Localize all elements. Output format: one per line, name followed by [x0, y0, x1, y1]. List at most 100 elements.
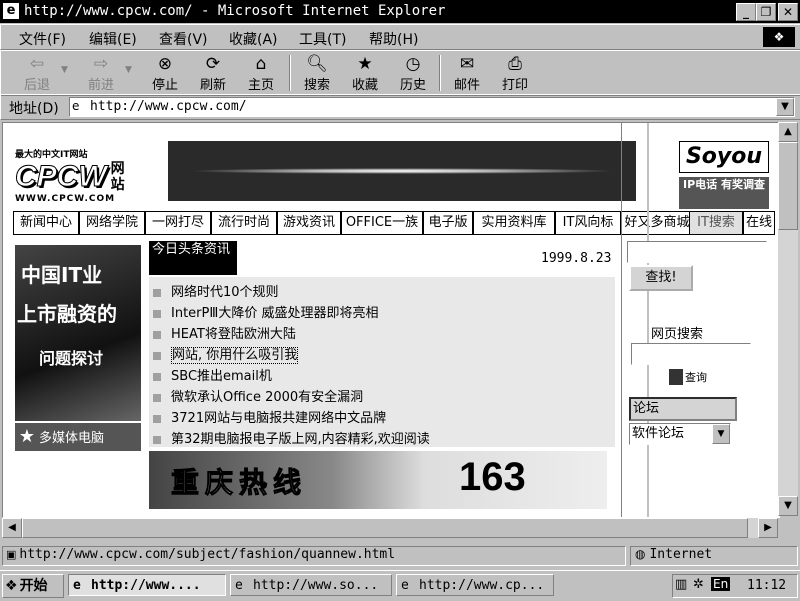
- home-button[interactable]: ⌂ 主页: [239, 51, 283, 95]
- headline-item[interactable]: 3721网站与电脑报共建网络中文品牌: [153, 407, 593, 426]
- nav-e-edition[interactable]: 电子版: [423, 211, 473, 235]
- task-ie-icon: e: [73, 578, 81, 593]
- task-button-3[interactable]: e http://www.cp...: [396, 574, 554, 596]
- search-go-button[interactable]: 查询: [669, 369, 713, 389]
- nav-fashion[interactable]: 流行时尚: [211, 211, 277, 235]
- forum-dropdown-icon[interactable]: ▼: [712, 424, 730, 444]
- nav-network-academy[interactable]: 网络学院: [79, 211, 145, 235]
- nav-online[interactable]: 在线: [743, 211, 775, 235]
- nav-it-search[interactable]: IT搜索: [689, 211, 743, 235]
- bullet-icon: [153, 309, 161, 318]
- close-button[interactable]: ✕: [778, 3, 798, 21]
- headline-item[interactable]: 微软承认Office 2000有安全漏洞: [153, 386, 593, 405]
- right-ad[interactable]: Soyou IP电话 有奖调查: [679, 141, 769, 209]
- keyboard-icon[interactable]: ▥: [675, 577, 687, 592]
- chongqing-banner[interactable]: 重庆热线 163: [149, 451, 607, 509]
- headline-item[interactable]: 第32期电脑报电子版上网,内容精彩,欢迎阅读: [153, 428, 593, 447]
- back-dropdown-icon[interactable]: ▼: [61, 65, 68, 75]
- task-button-1[interactable]: e http://www....: [68, 574, 226, 596]
- back-button[interactable]: ⇦ 后退: [15, 51, 59, 95]
- headline-item[interactable]: 网络时代10个规则: [153, 281, 593, 300]
- menu-view[interactable]: 查看(V): [159, 29, 208, 49]
- scroll-down-button[interactable]: ▼: [778, 496, 798, 516]
- scroll-right-button[interactable]: ▶: [758, 518, 778, 538]
- headline-item[interactable]: 网站, 你用什么吸引我: [153, 344, 593, 364]
- top-banner[interactable]: [168, 141, 636, 201]
- headline-link[interactable]: 网站, 你用什么吸引我: [171, 347, 299, 364]
- menu-tools[interactable]: 工具(T): [299, 29, 346, 49]
- ime-icon[interactable]: ✲: [693, 577, 704, 592]
- nav-news[interactable]: 新闻中心: [13, 211, 79, 235]
- address-input[interactable]: e http://www.cpcw.com/ ▼: [69, 97, 795, 117]
- web-search-input[interactable]: [631, 343, 751, 365]
- history-button[interactable]: ◷ 历史: [391, 51, 435, 95]
- stop-button[interactable]: ⊗ 停止: [143, 51, 187, 95]
- find-button[interactable]: 查找!: [629, 265, 693, 291]
- status-page-icon: ▣: [6, 548, 17, 561]
- bullet-icon: [153, 414, 161, 423]
- left-ad-line-1: 中国IT业: [21, 263, 103, 287]
- search-icon: 🔍︎: [306, 54, 328, 74]
- taskbar: ❖ 开始 e http://www.... e http://www.so... eh…: [0, 570, 800, 601]
- favorites-button[interactable]: ★ 收藏: [343, 51, 387, 95]
- task-label-3: http://www.cp...: [419, 578, 545, 593]
- headline-link[interactable]: 微软承认Office 2000有安全漏洞: [171, 390, 363, 405]
- right-divider: [621, 123, 622, 517]
- maximize-button[interactable]: ❐: [756, 3, 776, 21]
- task-label-1: http://www....: [91, 578, 201, 593]
- banner-number: 163: [459, 455, 526, 499]
- menu-edit[interactable]: 编辑(E): [89, 29, 137, 49]
- toolbar: ⇦ 后退 ▼ ⇨ 前进 ▼ ⊗ 停止 ⟳ 刷新 ⌂ 主页 🔍︎ 搜索 ★ 收藏 ◷ 历史 ✉ 邮件…: [0, 50, 800, 96]
- task-button-2[interactable]: e http://www.so...: [230, 574, 392, 596]
- nav-office[interactable]: OFFICE一族: [341, 211, 423, 235]
- print-button[interactable]: ⎙ 打印: [493, 51, 537, 95]
- multimedia-pc-link[interactable]: ★ 多媒体电脑: [15, 423, 141, 451]
- scroll-up-button[interactable]: ▲: [778, 122, 798, 142]
- refresh-button[interactable]: ⟳ 刷新: [191, 51, 235, 95]
- status-url-panel: ▣ http://www.cpcw.com/subject/fashion/qua…: [2, 546, 626, 566]
- nav-mall[interactable]: 好又多商城: [621, 211, 693, 235]
- headline-link[interactable]: 网络时代10个规则: [171, 285, 279, 300]
- system-tray: ▥ ✲ En 11:12: [672, 574, 798, 598]
- back-arrow-icon: ⇦: [29, 54, 45, 74]
- window-title-bar[interactable]: e http://www.cpcw.com/ - Microsoft Inter…: [0, 0, 800, 23]
- vertical-scroll-thumb[interactable]: [778, 142, 798, 230]
- headline-link[interactable]: 3721网站与电脑报共建网络中文品牌: [171, 411, 386, 426]
- forum-label: 论坛: [629, 397, 737, 421]
- ime-language[interactable]: En: [711, 577, 731, 591]
- headline-item[interactable]: InterPⅢ大降价 威盛处理器即将亮相: [153, 302, 593, 321]
- minimize-button[interactable]: _: [736, 3, 756, 21]
- vertical-scrollbar[interactable]: ▲ ▼: [778, 122, 798, 516]
- headline-link[interactable]: HEAT将登陆欧洲大陆: [171, 327, 296, 342]
- top-search-input[interactable]: [627, 241, 767, 263]
- nav-it-trends[interactable]: IT风向标: [555, 211, 621, 235]
- task-ie-icon: e: [401, 578, 409, 593]
- menu-file[interactable]: 文件(F): [19, 29, 66, 49]
- site-nav: 新闻中心 网络学院 一网打尽 流行时尚 游戏资讯 OFFICE一族 电子版 实用…: [13, 211, 775, 235]
- address-dropdown-button[interactable]: ▼: [776, 98, 794, 116]
- mail-button[interactable]: ✉ 邮件: [445, 51, 489, 95]
- headline-link[interactable]: SBC推出email机: [171, 369, 272, 384]
- site-logo[interactable]: 最大的中文IT网站 CPCW 网站 WWW.CPCW.COM: [15, 147, 155, 204]
- menu-help[interactable]: 帮助(H): [369, 29, 418, 49]
- headline-item[interactable]: HEAT将登陆欧洲大陆: [153, 323, 593, 342]
- menu-favorites[interactable]: 收藏(A): [229, 29, 278, 49]
- headline-link[interactable]: 第32期电脑报电子版上网,内容精彩,欢迎阅读: [171, 432, 430, 447]
- forward-button[interactable]: ⇨ 前进: [79, 51, 123, 95]
- horizontal-scroll-thumb[interactable]: [22, 518, 748, 538]
- nav-games[interactable]: 游戏资讯: [277, 211, 341, 235]
- forward-dropdown-icon[interactable]: ▼: [125, 65, 132, 75]
- headline-link[interactable]: InterPⅢ大降价 威盛处理器即将亮相: [171, 306, 378, 321]
- bullet-icon: [153, 435, 161, 444]
- headline-item[interactable]: SBC推出email机: [153, 365, 593, 384]
- web-search-label: 网页搜索: [651, 327, 704, 342]
- forum-select[interactable]: 软件论坛 ▼: [629, 423, 731, 445]
- start-button[interactable]: ❖ 开始: [2, 574, 64, 598]
- nav-resources[interactable]: 实用资料库: [473, 211, 555, 235]
- scroll-left-button[interactable]: ◀: [2, 518, 22, 538]
- left-ad[interactable]: 中国IT业 上市融资的 问题探讨: [15, 245, 141, 421]
- headline-date: 1999.8.23: [541, 251, 612, 266]
- search-button[interactable]: 🔍︎ 搜索: [295, 51, 339, 95]
- horizontal-scrollbar[interactable]: ◀ ▶: [2, 518, 778, 538]
- nav-yiwangdajin[interactable]: 一网打尽: [145, 211, 211, 235]
